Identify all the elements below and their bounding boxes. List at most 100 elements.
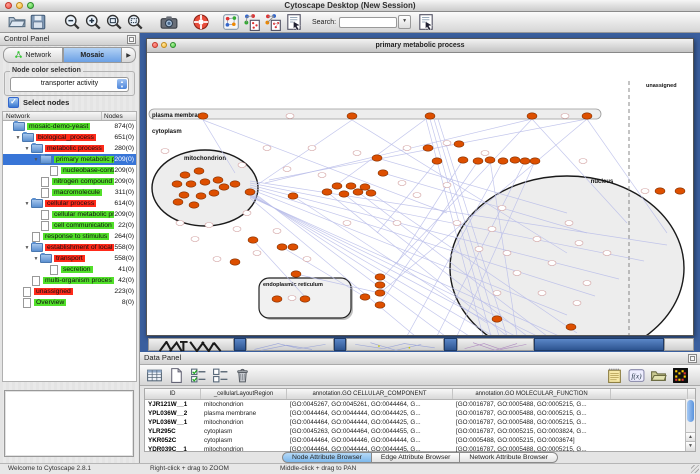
network-node-selected-attribute[interactable] [530, 158, 540, 164]
network-close-button[interactable] [152, 42, 158, 48]
network-node-selected-attribute[interactable] [353, 189, 363, 195]
network-node[interactable] [273, 229, 281, 234]
network-node[interactable] [481, 151, 489, 156]
network-node[interactable] [565, 221, 573, 226]
network-node[interactable] [575, 241, 583, 246]
tree-item-nucleobase-containing[interactable]: nucleobase-containing209(0) [3, 165, 136, 176]
network-node-selected-attribute[interactable] [288, 244, 298, 250]
network-node-selected-attribute[interactable] [432, 158, 442, 164]
zoom-fit-icon[interactable] [105, 13, 123, 31]
network-node-selected-attribute[interactable] [582, 113, 592, 119]
network-window-titlebar[interactable]: primary metabolic process [147, 39, 693, 53]
network-node[interactable] [603, 251, 611, 256]
network-node[interactable] [283, 167, 291, 172]
network-node-selected-attribute[interactable] [378, 170, 388, 176]
network-node-selected-attribute[interactable] [655, 188, 665, 194]
tree-column-network[interactable]: Network [3, 112, 102, 120]
network-node-selected-attribute[interactable] [485, 157, 495, 163]
network-node[interactable] [498, 206, 506, 211]
network-node[interactable] [176, 221, 184, 226]
tree-item-macromolecule[interactable]: macromolecule311(0) [3, 187, 136, 198]
network-node[interactable] [213, 257, 221, 262]
tree-item-response-to-stimulus[interactable]: response to stimulus264(0) [3, 231, 136, 242]
network-node[interactable] [286, 114, 294, 119]
scrollbar-thumb[interactable] [687, 400, 694, 422]
help-icon[interactable] [192, 13, 210, 31]
network-node-selected-attribute[interactable] [566, 324, 576, 330]
network-node[interactable] [538, 291, 546, 296]
expander-triangle-icon[interactable]: ▼ [23, 201, 31, 207]
tree-column-nodes[interactable]: Nodes [102, 112, 136, 120]
birds-eye-view[interactable] [4, 390, 134, 457]
attribute-notes-icon[interactable] [606, 367, 623, 384]
column-header--cellularlayoutregion[interactable]: _cellularLayoutRegion [201, 389, 287, 399]
network-graph[interactable]: plasma membranecytoplasmmitochondrionnuc… [147, 53, 693, 335]
network-node-selected-attribute[interactable] [230, 259, 240, 265]
network-node-selected-attribute[interactable] [194, 168, 204, 174]
expander-triangle-icon[interactable]: ▼ [32, 157, 40, 163]
scroll-down-icon[interactable]: ▼ [686, 441, 695, 451]
tab-node-attribute-browser[interactable]: Node Attribute Browser [282, 452, 372, 463]
tree-item-mosaic-demo-yeast[interactable]: mosaic-demo-yeast874(0) [3, 121, 136, 132]
column-header-annotation-go-cellular-component[interactable]: annotation.GO CELLULAR_COMPONENT [287, 389, 453, 399]
network-node-selected-attribute[interactable] [347, 113, 357, 119]
attribute-table-icon[interactable] [146, 367, 163, 384]
tab-mosaic[interactable]: Mosaic [63, 47, 123, 63]
attribute-matrix-icon[interactable] [672, 367, 689, 384]
network-node-selected-attribute[interactable] [179, 192, 189, 198]
network-node[interactable] [343, 221, 351, 226]
network-node[interactable] [191, 237, 199, 242]
background-window-fragment[interactable] [346, 338, 444, 351]
network-node-selected-attribute[interactable] [498, 158, 508, 164]
background-window-fragment[interactable] [664, 338, 694, 351]
zoom-selected-icon[interactable] [126, 13, 144, 31]
background-window-fragment[interactable] [334, 338, 346, 351]
network-node[interactable] [453, 221, 461, 226]
network-node-selected-attribute[interactable] [300, 296, 310, 302]
network-node-selected-attribute[interactable] [291, 271, 301, 277]
select-nodes-checkbox[interactable]: ✓ [8, 97, 19, 108]
tab-network[interactable]: Network [3, 47, 63, 63]
network-overview-icon[interactable] [222, 13, 240, 31]
layout-page-b-icon[interactable] [264, 13, 282, 31]
network-node[interactable] [398, 181, 406, 186]
network-node[interactable] [288, 296, 296, 301]
network-node-selected-attribute[interactable] [200, 179, 210, 185]
network-node-selected-attribute[interactable] [510, 157, 520, 163]
table-vertical-scrollbar[interactable]: ▲ ▼ [685, 399, 695, 451]
network-node[interactable] [263, 146, 271, 151]
table-row-ykr052c[interactable]: YKR052Ccytoplasm[GO:0044464, GO:0044446,… [145, 436, 695, 445]
tree-item-nitrogen-compound-me[interactable]: nitrogen compound me209(0) [3, 176, 136, 187]
network-node[interactable] [533, 237, 541, 242]
network-node[interactable] [308, 146, 316, 151]
network-node-selected-attribute[interactable] [339, 191, 349, 197]
network-node[interactable] [205, 223, 213, 228]
tree-item-cell-communication[interactable]: cell communication22(0) [3, 220, 136, 231]
network-node-selected-attribute[interactable] [173, 199, 183, 205]
network-node-selected-attribute[interactable] [360, 184, 370, 190]
import-attributes-icon[interactable] [650, 367, 667, 384]
network-node-selected-attribute[interactable] [198, 113, 208, 119]
tree-item-overview[interactable]: Overview8(0) [3, 297, 136, 308]
network-node[interactable] [161, 149, 169, 154]
network-node-selected-attribute[interactable] [189, 202, 199, 208]
dropdown-stepper-icon[interactable]: ▲▼ [117, 79, 127, 89]
background-window-fragment[interactable] [234, 338, 246, 351]
network-canvas[interactable]: plasma membranecytoplasmmitochondrionnuc… [147, 53, 693, 335]
network-node-selected-attribute[interactable] [219, 184, 229, 190]
network-node-selected-attribute[interactable] [245, 189, 255, 195]
network-node[interactable] [488, 227, 496, 232]
network-node-selected-attribute[interactable] [520, 158, 530, 164]
network-node-selected-attribute[interactable] [322, 189, 332, 195]
background-window-fragment[interactable] [534, 338, 664, 351]
network-node-selected-attribute[interactable] [332, 183, 342, 189]
tree-item-metabolic-process[interactable]: ▼metabolic process280(0) [3, 143, 136, 154]
tab-edge-attribute-browser[interactable]: Edge Attribute Browser [372, 452, 461, 463]
search-options-icon[interactable] [417, 13, 435, 31]
tree-item-multi-organism-proces[interactable]: multi-organism proces42(0) [3, 275, 136, 286]
delete-attribute-icon[interactable] [234, 367, 251, 384]
network-node-selected-attribute[interactable] [492, 316, 502, 322]
network-node-selected-attribute[interactable] [346, 183, 356, 189]
page-cursor-icon[interactable] [285, 13, 303, 31]
network-node[interactable] [443, 141, 451, 146]
